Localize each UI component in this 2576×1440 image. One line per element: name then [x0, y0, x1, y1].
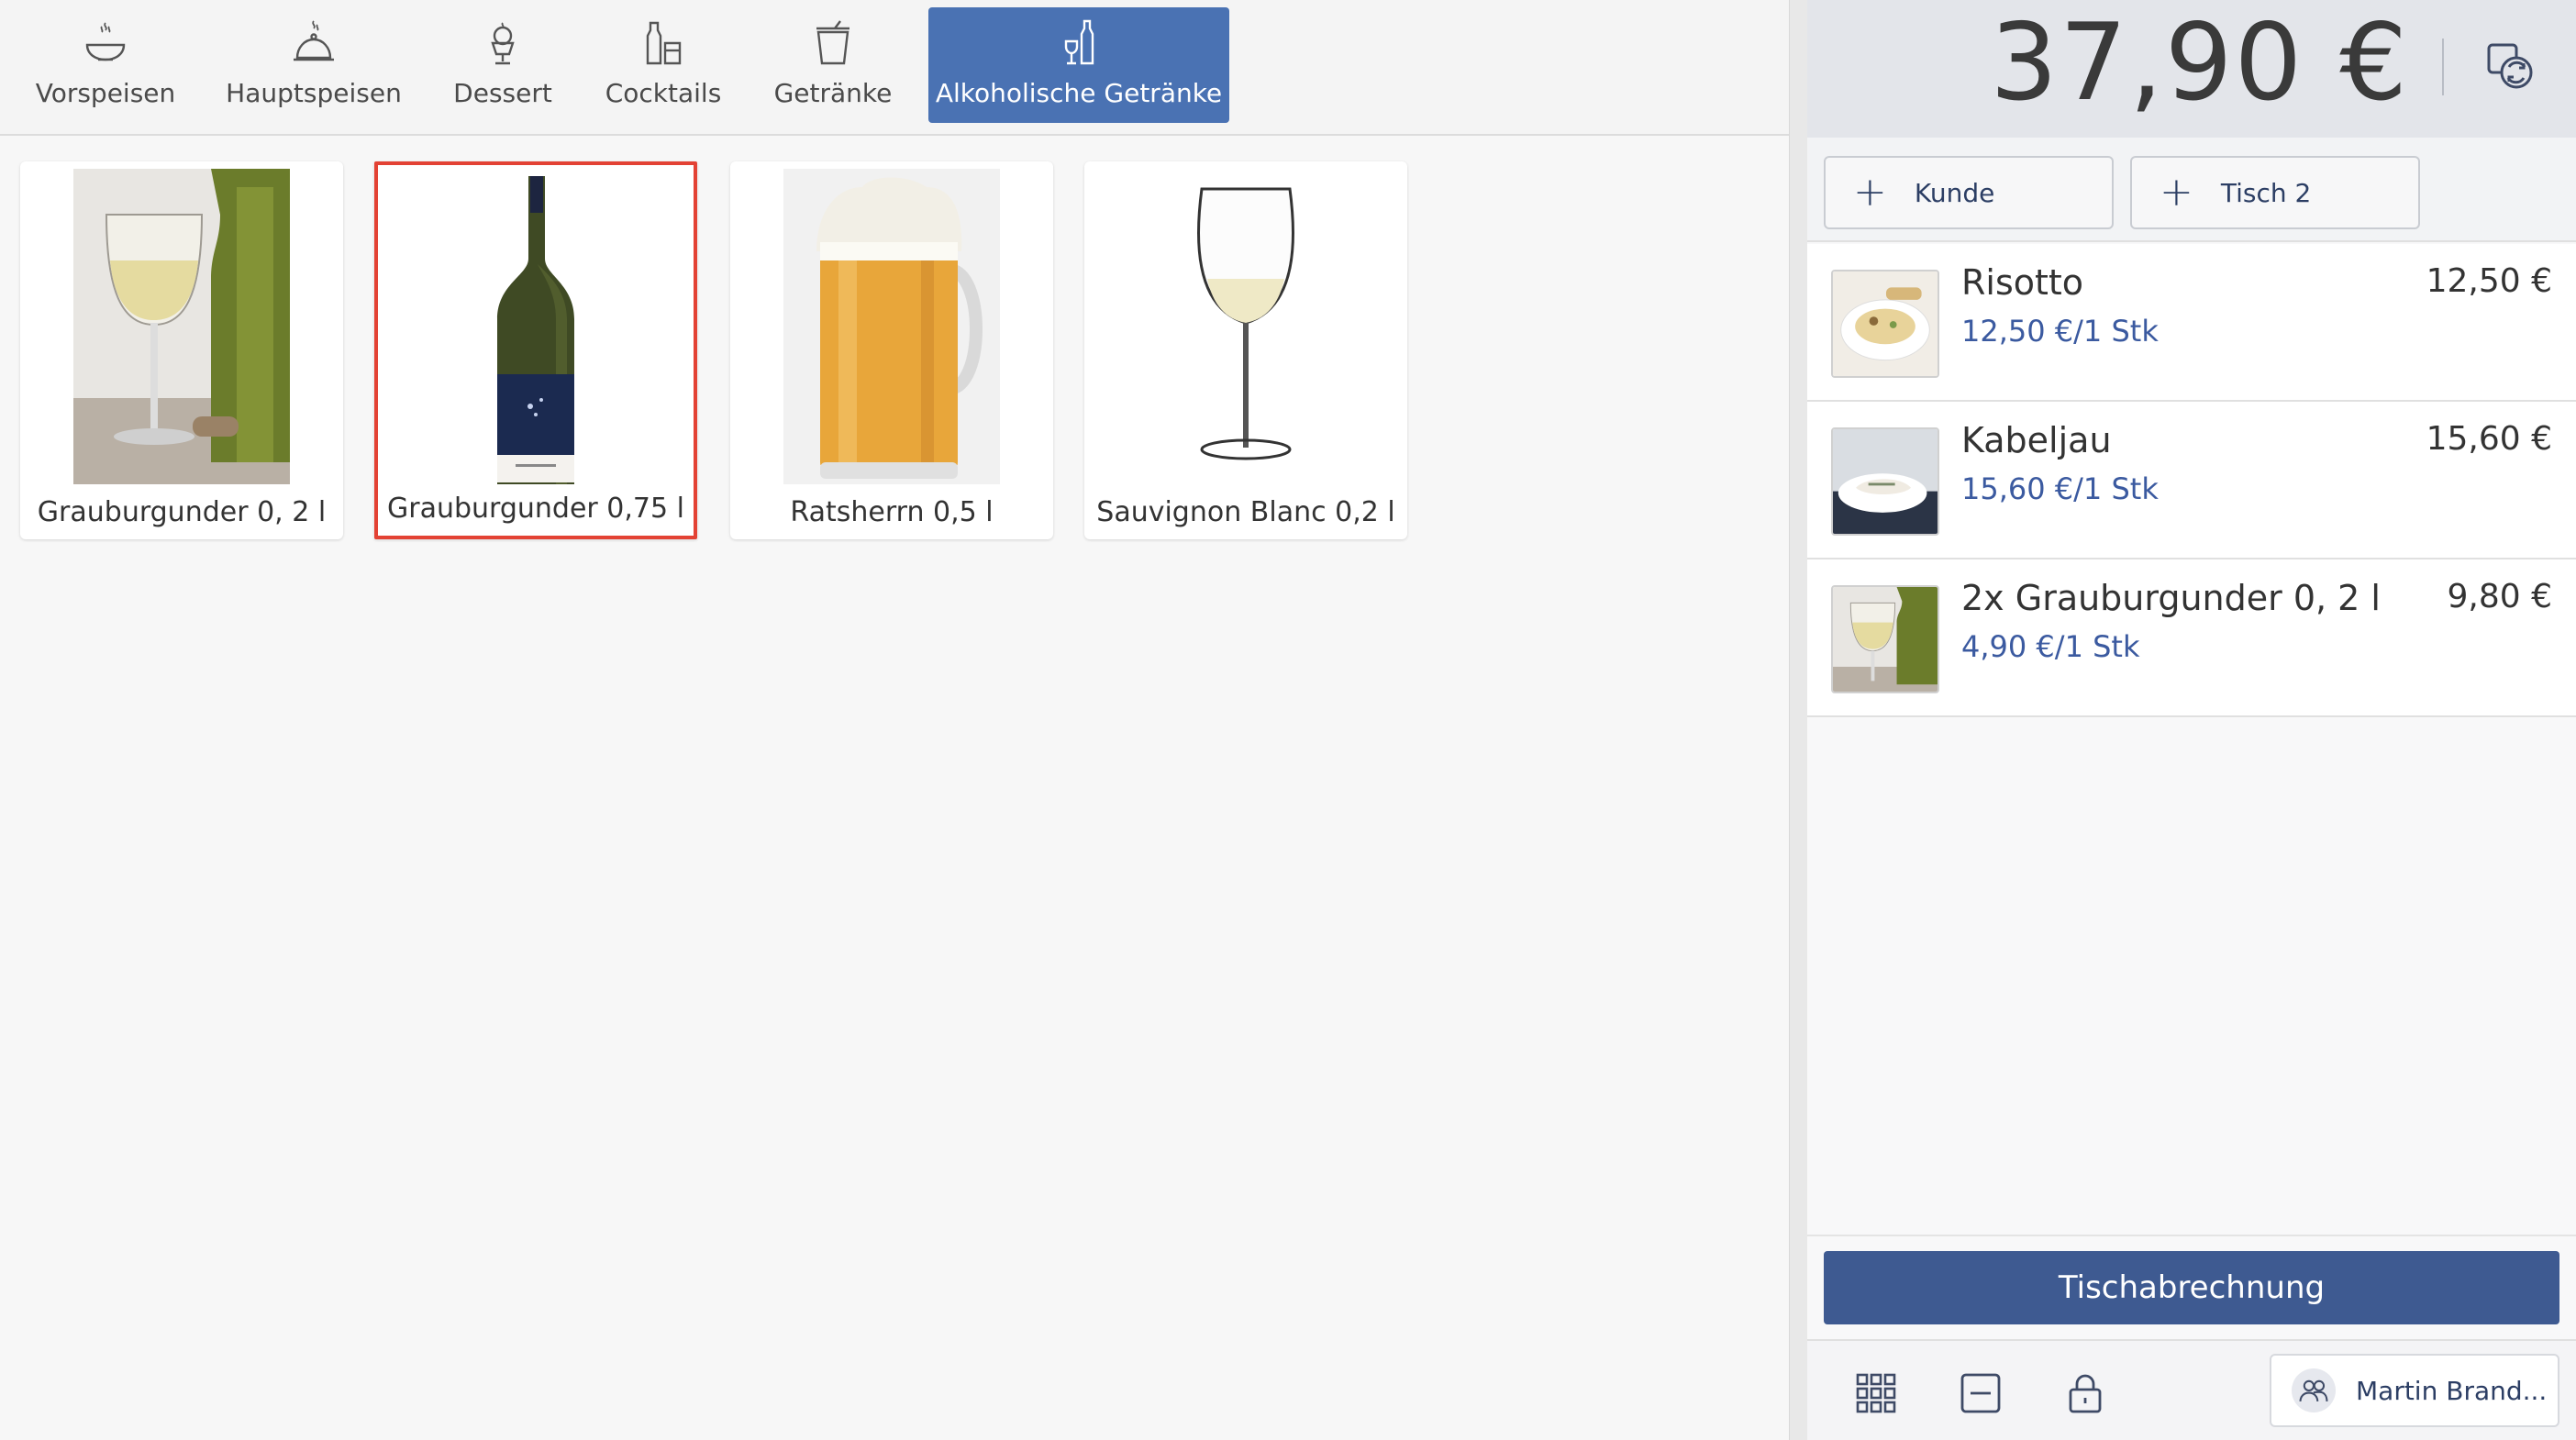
product-image	[783, 169, 1000, 484]
tab-dessert[interactable]: Dessert	[426, 7, 580, 123]
order-item-price: 15,60 €	[2426, 420, 2552, 458]
order-item-image	[1831, 270, 1939, 378]
wine-bottle-glass-icon	[1064, 19, 1094, 65]
order-item-name: Kabeljau	[1961, 420, 2112, 460]
order-item-name: 2x Grauburgunder 0, 2 l	[1961, 578, 2381, 618]
ice-cream-icon	[491, 22, 515, 65]
category-bar: Vorspeisen Hauptspeisen Dessert Cocktail…	[0, 0, 1789, 136]
cup-icon	[816, 20, 849, 65]
minus-box-icon	[1960, 1373, 2001, 1413]
product-label: Sauvignon Blanc 0,2 l	[1096, 496, 1395, 528]
product-tile-sauvignon-blanc[interactable]: Sauvignon Blanc 0,2 l	[1084, 161, 1407, 539]
product-label: Ratsherrn 0,5 l	[790, 496, 994, 528]
order-item[interactable]: 2x Grauburgunder 0, 2 l 4,90 €/1 Stk 9,8…	[1807, 559, 2576, 717]
table-checkout-button[interactable]: Tischabrechnung	[1824, 1251, 2559, 1324]
grid-view-button[interactable]	[1846, 1363, 1906, 1423]
separator	[1807, 1235, 2576, 1236]
plus-icon: +	[1853, 169, 1887, 216]
soup-bowl-icon	[85, 22, 126, 61]
tab-label: Cocktails	[605, 78, 722, 108]
tab-label: Dessert	[453, 78, 552, 108]
remove-item-button[interactable]	[1950, 1363, 2011, 1423]
lock-button[interactable]	[2055, 1363, 2115, 1423]
order-chips: + Kunde + Tisch 2	[1807, 138, 2576, 242]
total-bar: 37,90 €	[1807, 0, 2576, 138]
product-image	[1138, 169, 1354, 484]
order-item-price: 9,80 €	[2447, 578, 2552, 615]
tab-hauptspeisen[interactable]: Hauptspeisen	[217, 7, 411, 123]
tab-alkoholische-getraenke[interactable]: Alkoholische Getränke	[928, 7, 1229, 123]
tab-label: Alkoholische Getränke	[935, 78, 1223, 108]
user-name: Martin Brand...	[2356, 1375, 2548, 1406]
currency-refresh-button[interactable]	[2479, 35, 2543, 99]
separator	[2442, 39, 2444, 95]
product-image	[427, 172, 644, 488]
product-tile-ratsherrn[interactable]: Ratsherrn 0,5 l	[730, 161, 1053, 539]
chip-label: Kunde	[1914, 177, 1995, 208]
tab-getraenke[interactable]: Getränke	[763, 7, 903, 123]
product-pane: Vorspeisen Hauptspeisen Dessert Cocktail…	[0, 0, 1789, 1440]
tab-label: Vorspeisen	[35, 78, 176, 108]
cocktail-icon	[646, 21, 682, 65]
table-button[interactable]: + Tisch 2	[2130, 156, 2420, 229]
currency-refresh-icon	[2487, 43, 2533, 89]
tab-label: Hauptspeisen	[226, 78, 402, 108]
cloche-icon	[294, 20, 334, 61]
order-item[interactable]: Risotto 12,50 €/1 Stk 12,50 €	[1807, 244, 2576, 402]
users-icon	[2292, 1368, 2336, 1412]
product-label: Grauburgunder 0, 2 l	[37, 496, 327, 528]
order-item-unit-price: 4,90 €/1 Stk	[1961, 629, 2140, 664]
product-tile-grauburgunder-075[interactable]: Grauburgunder 0,75 l	[374, 161, 697, 539]
tab-label: Getränke	[773, 78, 893, 108]
product-image	[73, 169, 290, 484]
tab-vorspeisen[interactable]: Vorspeisen	[9, 7, 202, 123]
chip-label: Tisch 2	[2220, 177, 2312, 208]
lock-icon	[2069, 1374, 2102, 1413]
order-pane: 37,90 € + Kunde + Tisch 2 Risotto 12,50 …	[1807, 0, 2576, 1440]
plus-icon: +	[2160, 169, 2193, 216]
product-label: Grauburgunder 0,75 l	[387, 493, 684, 525]
pane-divider	[1789, 0, 1807, 1440]
order-item-image	[1831, 585, 1939, 693]
order-item-unit-price: 15,60 €/1 Stk	[1961, 471, 2159, 506]
tab-cocktails[interactable]: Cocktails	[594, 7, 732, 123]
order-item[interactable]: Kabeljau 15,60 €/1 Stk 15,60 €	[1807, 402, 2576, 559]
user-switch-button[interactable]: Martin Brand...	[2270, 1354, 2559, 1427]
add-customer-button[interactable]: + Kunde	[1824, 156, 2114, 229]
grid-icon	[1856, 1373, 1896, 1413]
order-item-image	[1831, 427, 1939, 536]
order-item-unit-price: 12,50 €/1 Stk	[1961, 314, 2159, 349]
order-total: 37,90 €	[1990, 1, 2409, 125]
order-footer: Martin Brand...	[1807, 1339, 2576, 1440]
order-list: Risotto 12,50 €/1 Stk 12,50 € Kabeljau 1…	[1807, 244, 2576, 717]
product-tile-grauburgunder-02[interactable]: Grauburgunder 0, 2 l	[20, 161, 343, 539]
order-item-name: Risotto	[1961, 262, 2084, 303]
order-item-price: 12,50 €	[2426, 262, 2552, 300]
